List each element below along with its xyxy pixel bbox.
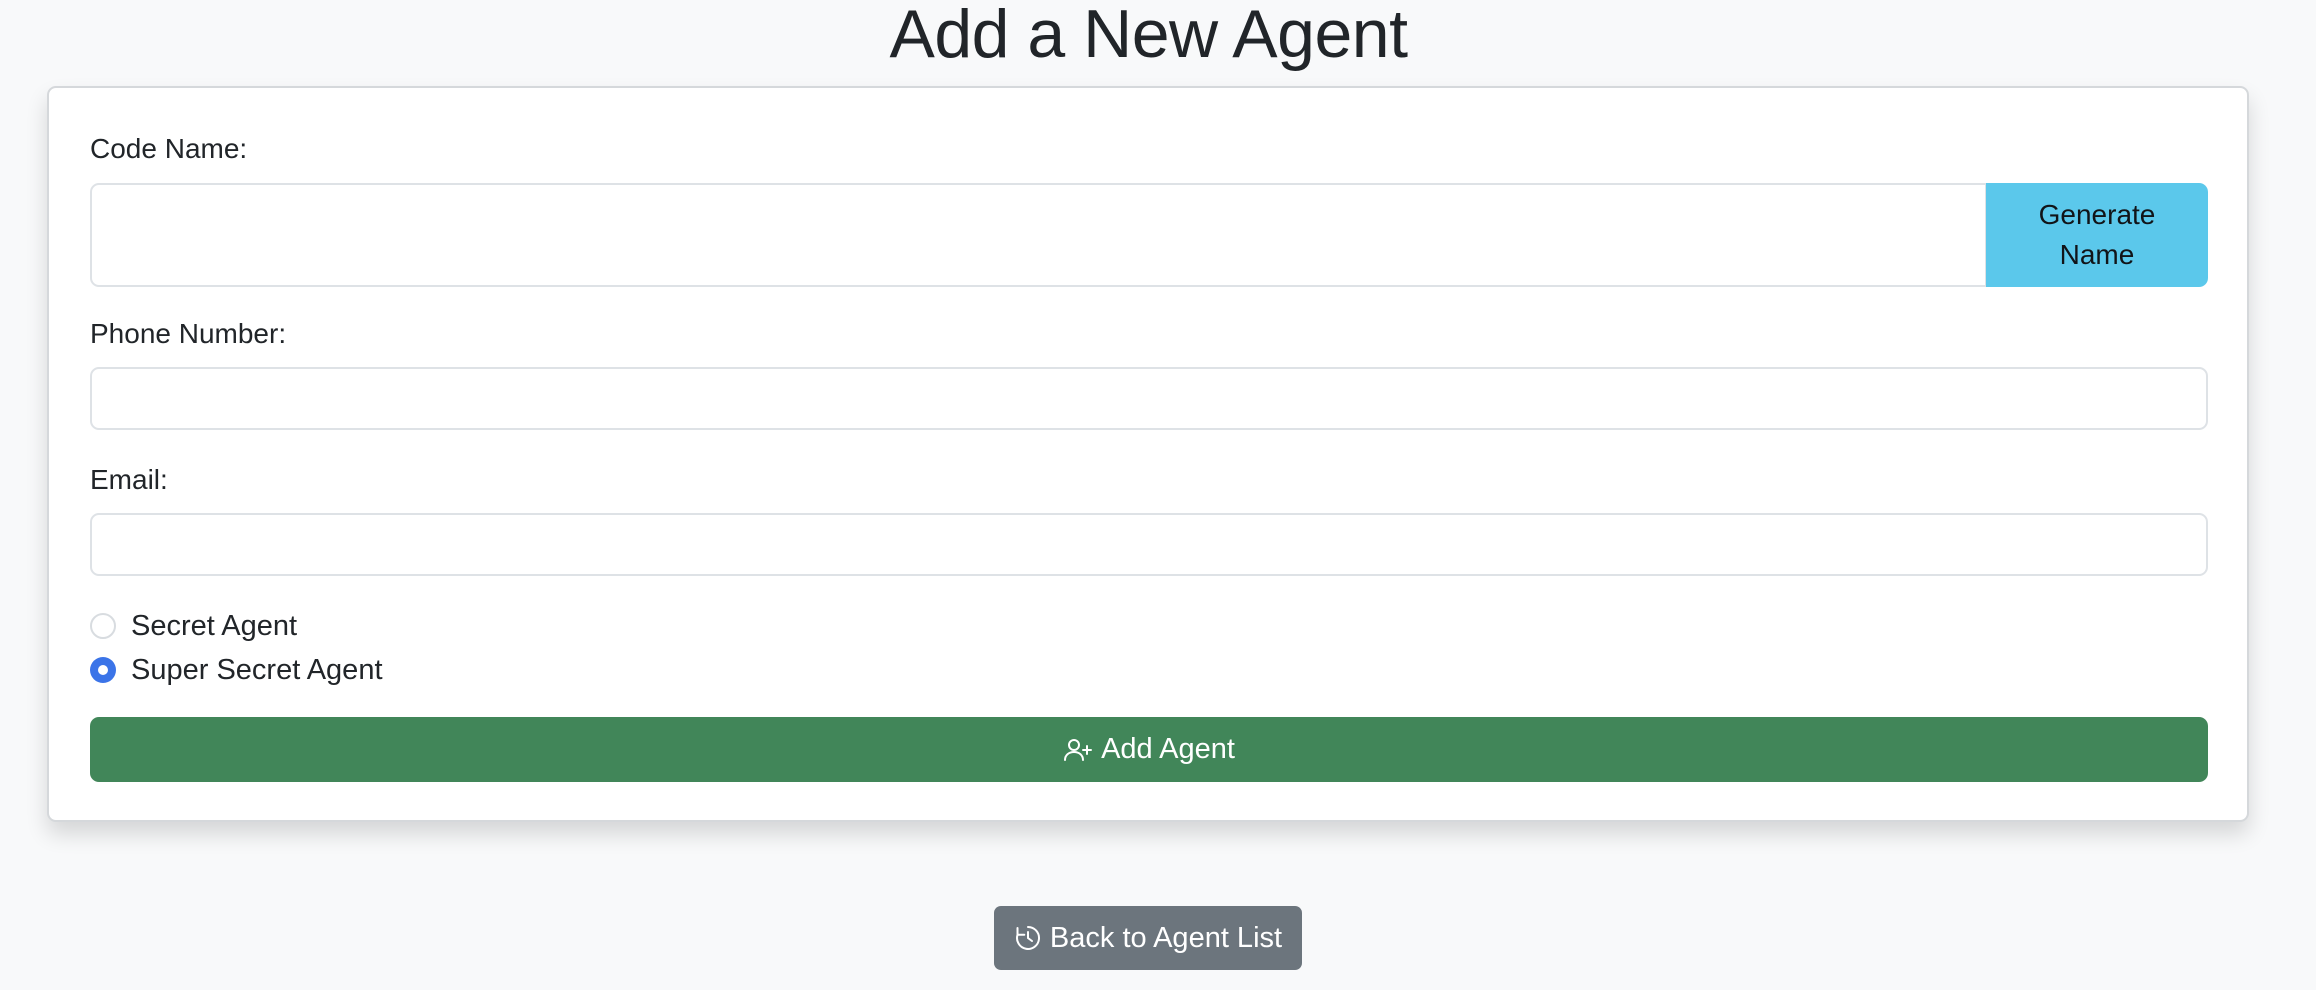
back-button-label: Back to Agent List [1049,921,1283,954]
radio-button-checked[interactable] [90,657,116,683]
email-input[interactable] [90,513,2208,576]
radio-label-secret-agent: Secret Agent [131,610,298,642]
phone-number-input[interactable] [90,367,2208,430]
generate-name-button[interactable]: Generate Name [1986,183,2208,287]
person-plus-icon [1063,737,1093,763]
add-agent-page: Add a New Agent Code Name: Generate Name… [0,0,2316,990]
back-to-agent-list-button[interactable]: Back to Agent List [994,906,1302,970]
email-label: Email: [90,464,168,495]
radio-secret-agent[interactable]: Secret Agent [90,606,297,646]
code-name-label: Code Name: [90,133,248,164]
add-agent-button[interactable]: Add Agent [90,717,2208,782]
page-title: Add a New Agent [889,0,1408,72]
add-agent-form-card: Code Name: Generate Name Phone Number: E… [47,86,2249,822]
code-name-input[interactable] [90,183,1987,287]
radio-super-secret-agent[interactable]: Super Secret Agent [90,650,383,690]
phone-number-label: Phone Number: [90,318,287,349]
add-agent-button-label: Add Agent [1101,733,1235,765]
radio-button-unchecked[interactable] [90,613,116,639]
clock-history-icon [1014,924,1042,952]
radio-label-super-secret-agent: Super Secret Agent [131,654,383,686]
